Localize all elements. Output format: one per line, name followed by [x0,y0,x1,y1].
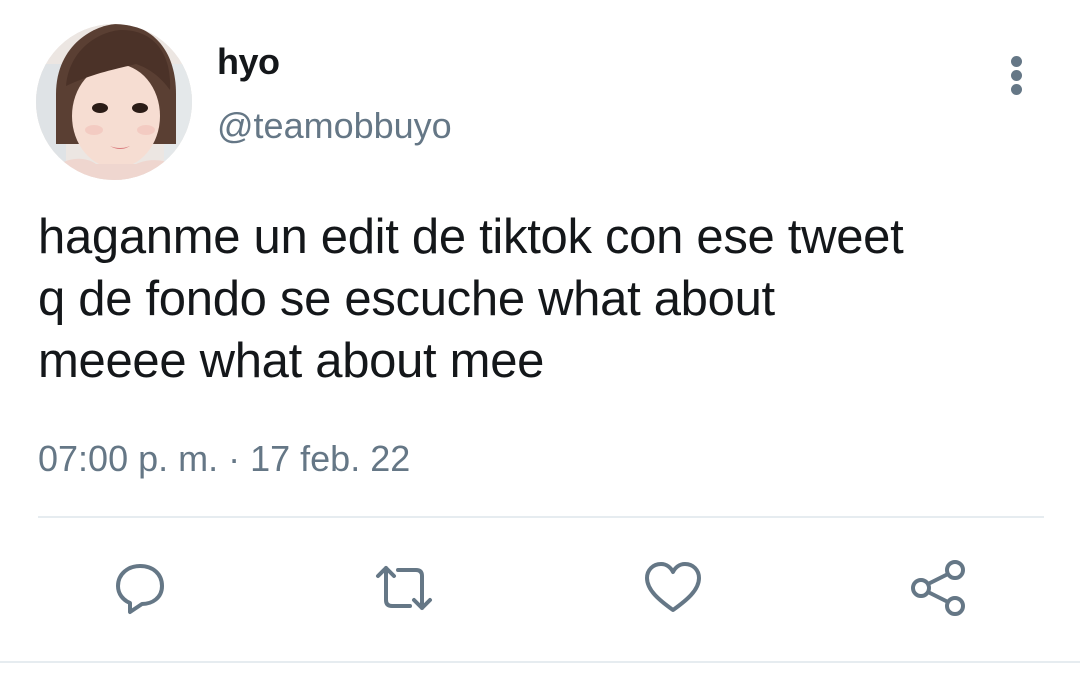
reply-button[interactable] [108,556,172,620]
avatar-photo [36,24,192,180]
tweet-timestamp[interactable]: 07:00 p. m. · 17 feb. 22 [38,436,410,482]
share-button[interactable] [906,556,970,620]
share-icon [911,560,965,616]
user-handle[interactable]: @teamobbuyo [217,104,452,148]
divider [38,516,1044,518]
heart-icon [645,562,701,612]
reply-icon [116,564,164,614]
avatar[interactable] [36,24,192,180]
like-button[interactable] [641,556,705,620]
tweet-text: haganme un edit de tiktok con ese tweet … [38,210,904,388]
display-name[interactable]: hyo [217,40,280,84]
retweet-button[interactable] [372,556,436,620]
tweet-card: hyo @teamobbuyo haganme un edit de tikto… [0,0,1080,681]
retweet-icon [376,566,432,610]
bottom-divider [0,661,1080,663]
more-options-icon[interactable] [1000,52,1034,98]
